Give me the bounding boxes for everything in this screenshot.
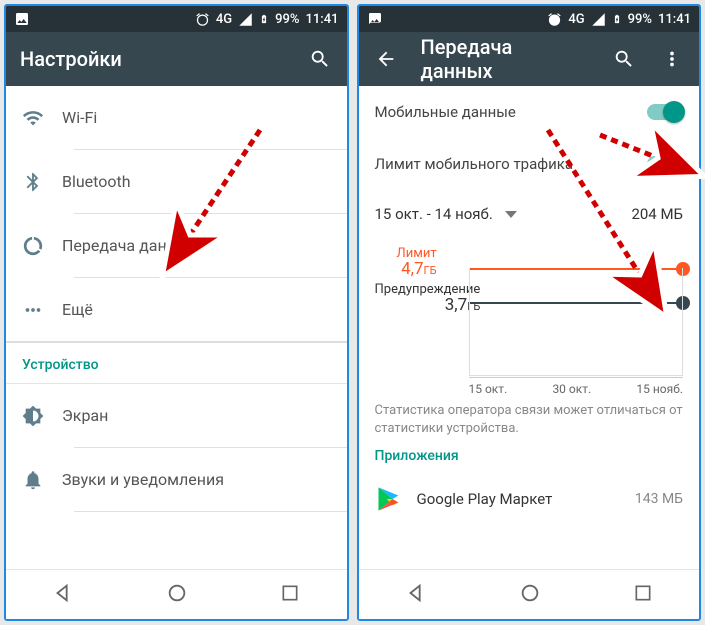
battery-pct: 99% — [275, 12, 299, 27]
limit-switch[interactable] — [647, 156, 683, 172]
settings-item-bluetooth[interactable]: Bluetooth — [6, 150, 347, 213]
chevron-down-icon — [505, 211, 517, 218]
settings-list: Wi-Fi Bluetooth Передача данных Ещё Устр… — [6, 86, 347, 569]
app-usage: 143 МБ — [635, 491, 683, 507]
settings-item-label: Передача данных — [62, 236, 196, 255]
section-header-device: Устройство — [6, 343, 347, 384]
nav-home[interactable] — [519, 582, 541, 608]
more-horiz-icon — [22, 299, 44, 321]
network-label: 4G — [568, 12, 584, 27]
axis-tick: 30 окт. — [552, 382, 591, 396]
network-label: 4G — [216, 12, 232, 27]
notifications-icon — [22, 469, 44, 491]
status-bar: 4G 99% 11:41 — [359, 6, 700, 32]
search-button[interactable] — [611, 46, 637, 72]
nav-recents[interactable] — [633, 583, 653, 607]
brightness-icon — [22, 405, 44, 427]
settings-item-label: Bluetooth — [62, 172, 131, 191]
settings-item-label: Wi-Fi — [62, 108, 97, 127]
page-title: Передача данных — [421, 35, 590, 83]
back-button[interactable] — [373, 46, 399, 72]
settings-item-label: Звуки и уведомления — [62, 470, 224, 489]
battery-charging-icon — [259, 11, 269, 27]
usage-total: 204 МБ — [631, 205, 683, 223]
limit-label: Лимит мобильного трафика — [375, 155, 574, 173]
mobile-data-row[interactable]: Мобильные данные — [375, 86, 684, 138]
disclaimer: Статистика оператора связи может отличат… — [375, 402, 684, 438]
settings-item-label: Ещё — [62, 300, 93, 319]
status-bar: 4G 99% 11:41 — [6, 6, 347, 32]
axis-tick: 15 окт. — [469, 382, 508, 396]
period-value: 15 окт. - 14 нояб. — [375, 205, 493, 223]
nav-back[interactable] — [405, 582, 427, 608]
data-usage-icon — [22, 235, 44, 257]
mobile-data-switch[interactable] — [647, 104, 683, 120]
image-icon — [14, 11, 30, 27]
settings-item-display[interactable]: Экран — [6, 384, 347, 447]
google-play-icon — [375, 485, 403, 513]
screenshot-left: 4G 99% 11:41 Настройки Wi-Fi Bluetooth — [4, 4, 349, 621]
nav-bar — [359, 569, 700, 619]
axis-tick: 15 нояб. — [636, 382, 683, 396]
settings-item-data-usage[interactable]: Передача данных — [6, 214, 347, 277]
page-title: Настройки — [20, 47, 285, 71]
screenshot-right: 4G 99% 11:41 Передача данных Мобильные д… — [357, 4, 702, 621]
arrow-back-icon — [375, 48, 397, 70]
more-vert-icon — [661, 48, 683, 70]
overflow-button[interactable] — [659, 46, 685, 72]
apps-header: Приложения — [375, 448, 684, 464]
period-dropdown[interactable]: 15 окт. - 14 нояб. — [375, 205, 517, 223]
settings-item-wifi[interactable]: Wi-Fi — [6, 86, 347, 149]
app-row-play[interactable]: Google Play Маркет 143 МБ — [375, 470, 684, 528]
search-icon — [309, 48, 331, 70]
settings-item-more[interactable]: Ещё — [6, 278, 347, 341]
settings-item-label: Экран — [62, 406, 108, 425]
usage-chart: Лимит 4,7ГБ Предупреждение 3,7ГБ 15 окт.… — [375, 246, 684, 396]
clock: 11:41 — [306, 12, 339, 27]
battery-charging-icon — [612, 11, 622, 27]
mobile-data-label: Мобильные данные — [375, 103, 516, 121]
search-button[interactable] — [307, 46, 333, 72]
alarm-icon — [195, 12, 210, 27]
image-icon — [367, 11, 383, 27]
app-bar: Настройки — [6, 32, 347, 86]
wifi-icon — [22, 107, 44, 129]
app-name: Google Play Маркет — [417, 490, 621, 508]
signal-icon — [591, 12, 606, 27]
settings-item-sound[interactable]: Звуки и уведомления — [6, 448, 347, 511]
app-bar: Передача данных — [359, 32, 700, 86]
nav-bar — [6, 569, 347, 619]
clock: 11:41 — [658, 12, 691, 27]
limit-row[interactable]: Лимит мобильного трафика — [375, 138, 684, 190]
data-usage-content: Мобильные данные Лимит мобильного трафик… — [359, 86, 700, 569]
signal-icon — [238, 12, 253, 27]
nav-recents[interactable] — [280, 583, 300, 607]
bluetooth-icon — [22, 171, 44, 193]
search-icon — [613, 48, 635, 70]
nav-back[interactable] — [52, 582, 74, 608]
nav-home[interactable] — [166, 582, 188, 608]
alarm-icon — [547, 12, 562, 27]
battery-pct: 99% — [628, 12, 652, 27]
